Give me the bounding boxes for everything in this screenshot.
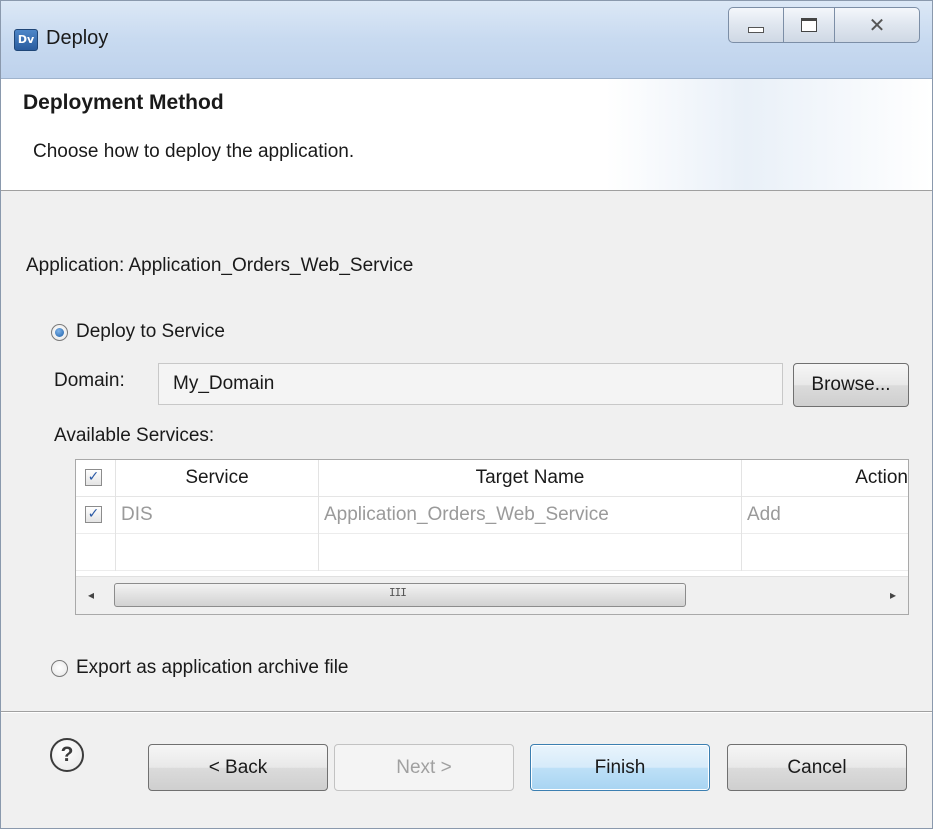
header-banner: Deployment Method Choose how to deploy t… — [1, 79, 932, 191]
finish-button[interactable]: Finish — [530, 744, 710, 791]
column-header-action[interactable]: Action — [742, 460, 908, 497]
empty-cell — [76, 534, 116, 571]
cell-target-name[interactable]: Application_Orders_Web_Service — [319, 497, 742, 534]
scrollbar-thumb[interactable]: III — [114, 583, 686, 607]
column-header-service[interactable]: Service — [116, 460, 319, 497]
deploy-dialog: Dv Deploy ✕ Deployment Method Choose how… — [0, 0, 933, 829]
header-select-all-cell: ✓ — [76, 460, 116, 497]
export-archive-option[interactable]: Export as application archive file — [51, 657, 348, 679]
title-bar: Dv Deploy ✕ — [1, 1, 932, 79]
export-archive-radio[interactable] — [51, 659, 68, 677]
domain-field: My_Domain — [158, 363, 783, 405]
footer-divider — [1, 711, 932, 713]
help-icon[interactable]: ? — [50, 738, 84, 772]
page-description: Choose how to deploy the application. — [33, 141, 355, 162]
dv-app-icon: Dv — [14, 29, 38, 51]
scrollbar-grip: III — [389, 586, 407, 599]
window-title: Deploy — [46, 27, 109, 49]
horizontal-scrollbar[interactable]: ◂ III ▸ — [76, 576, 908, 614]
deploy-to-service-label: Deploy to Service — [76, 321, 225, 342]
browse-button[interactable]: Browse... — [793, 363, 909, 407]
maximize-icon — [801, 18, 817, 32]
empty-cell — [742, 534, 908, 571]
table-header-row: ✓ Service Target Name Action — [76, 460, 908, 497]
row-checkbox[interactable]: ✓ — [85, 506, 102, 523]
close-button[interactable]: ✕ — [834, 7, 920, 43]
back-button[interactable]: < Back — [148, 744, 328, 791]
scroll-right-icon[interactable]: ▸ — [884, 586, 902, 604]
cell-action[interactable]: Add — [742, 497, 908, 534]
table-row[interactable]: ✓ DIS Application_Orders_Web_Service Add — [76, 497, 908, 534]
next-button[interactable]: Next > — [334, 744, 514, 791]
deploy-to-service-radio[interactable] — [51, 323, 68, 341]
services-table: ✓ Service Target Name Action ✓ DIS Appli… — [75, 459, 909, 615]
minimize-icon — [748, 27, 764, 33]
cell-service: DIS — [116, 497, 319, 534]
empty-cell — [116, 534, 319, 571]
maximize-button[interactable] — [783, 7, 835, 43]
domain-label: Domain: — [54, 370, 125, 391]
row-checkbox-cell: ✓ — [76, 497, 116, 534]
table-row-empty — [76, 534, 908, 571]
select-all-checkbox[interactable]: ✓ — [85, 469, 102, 486]
column-header-target-name[interactable]: Target Name — [319, 460, 742, 497]
empty-cell — [319, 534, 742, 571]
available-services-label: Available Services: — [54, 425, 215, 446]
cancel-button[interactable]: Cancel — [727, 744, 907, 791]
export-archive-label: Export as application archive file — [76, 657, 349, 678]
scroll-left-icon[interactable]: ◂ — [82, 586, 100, 604]
close-icon: ✕ — [868, 13, 886, 37]
minimize-button[interactable] — [728, 7, 784, 43]
page-title: Deployment Method — [23, 91, 224, 114]
deploy-to-service-option[interactable]: Deploy to Service — [51, 321, 225, 343]
application-label: Application: Application_Orders_Web_Serv… — [26, 255, 414, 276]
